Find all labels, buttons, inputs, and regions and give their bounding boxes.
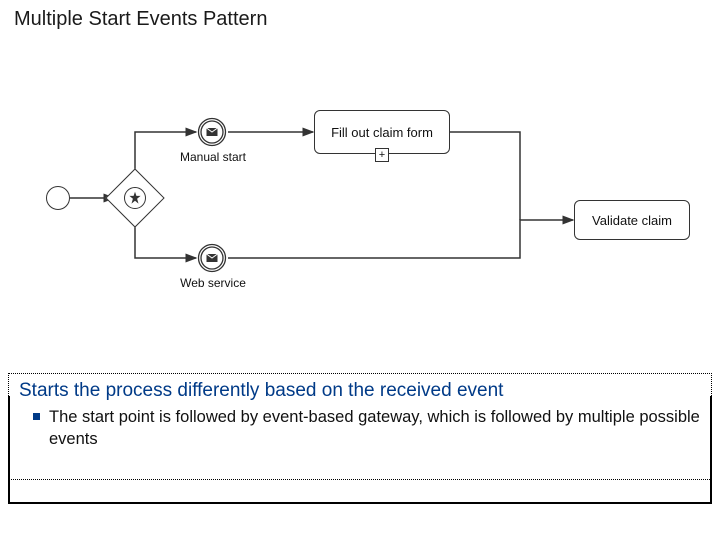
fill-out-claim-label: Fill out claim form	[331, 125, 433, 140]
page-title: Multiple Start Events Pattern	[14, 8, 267, 31]
manual-start-label: Manual start	[177, 150, 249, 164]
manual-start-event	[197, 117, 227, 147]
description-box: Starts the process differently based on …	[8, 373, 712, 480]
bpmn-diagram: Manual start Web service Fill out claim …	[0, 60, 720, 340]
subprocess-marker-icon: +	[375, 148, 389, 162]
validate-claim-label: Validate claim	[592, 213, 672, 228]
validate-claim-task: Validate claim	[574, 200, 690, 240]
description-heading: Starts the process differently based on …	[19, 380, 701, 402]
web-service-label: Web service	[177, 276, 249, 290]
web-service-event	[197, 243, 227, 273]
description-bullet: The start point is followed by event-bas…	[19, 406, 701, 451]
fill-out-claim-task: Fill out claim form +	[314, 110, 450, 154]
start-event	[46, 186, 70, 210]
